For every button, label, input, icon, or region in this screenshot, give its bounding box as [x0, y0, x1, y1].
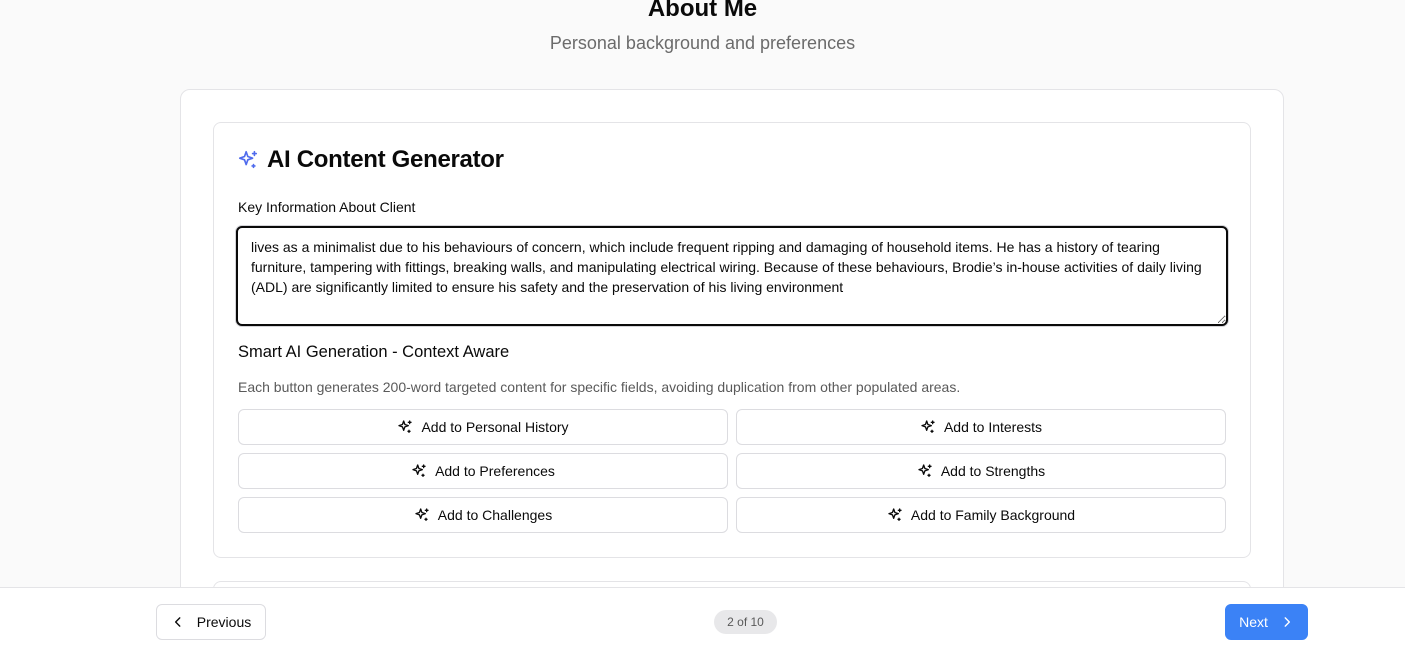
- about-me-page: About Me Personal background and prefere…: [0, 0, 1405, 648]
- sparkles-icon: [411, 463, 427, 479]
- add-to-personal-history-button[interactable]: Add to Personal History: [238, 409, 728, 445]
- button-label: Add to Interests: [943, 419, 1043, 435]
- add-to-interests-button[interactable]: Add to Interests: [736, 409, 1226, 445]
- next-button[interactable]: Next: [1225, 604, 1308, 640]
- key-information-label: Key Information About Client: [238, 199, 416, 215]
- button-label: Add to Strengths: [940, 463, 1046, 479]
- page-title: About Me: [647, 0, 758, 22]
- smart-generation-title: Smart AI Generation - Context Aware: [238, 343, 510, 361]
- ai-generator-header: AI Content Generator: [237, 145, 504, 175]
- sparkles-icon: [917, 463, 933, 479]
- ai-content-generator-card: [213, 122, 1251, 558]
- sparkles-icon: [414, 507, 430, 523]
- previous-label: Previous: [196, 614, 252, 630]
- sparkles-icon: [920, 419, 936, 435]
- add-to-preferences-button[interactable]: Add to Preferences: [238, 453, 728, 489]
- button-label: Add to Family Background: [910, 507, 1076, 523]
- chevron-left-icon: [171, 615, 185, 629]
- button-label: Add to Challenges: [437, 507, 553, 523]
- chevron-right-icon: [1280, 615, 1294, 629]
- key-information-textarea[interactable]: lives as a minimalist due to his behavio…: [236, 226, 1228, 326]
- step-indicator-badge: 2 of 10: [714, 610, 777, 634]
- add-to-strengths-button[interactable]: Add to Strengths: [736, 453, 1226, 489]
- button-label: Add to Preferences: [435, 463, 555, 479]
- next-label: Next: [1239, 614, 1268, 630]
- add-to-family-background-button[interactable]: Add to Family Background: [736, 497, 1226, 533]
- sparkles-icon: [397, 419, 413, 435]
- page-subtitle: Personal background and preferences: [549, 33, 856, 53]
- previous-button[interactable]: Previous: [156, 604, 266, 640]
- button-label: Add to Personal History: [421, 419, 569, 435]
- ai-generator-title: AI Content Generator: [267, 146, 504, 173]
- add-to-challenges-button[interactable]: Add to Challenges: [238, 497, 728, 533]
- sparkles-icon: [237, 149, 259, 171]
- smart-generation-description: Each button generates 200-word targeted …: [238, 379, 961, 395]
- sparkles-icon: [887, 507, 903, 523]
